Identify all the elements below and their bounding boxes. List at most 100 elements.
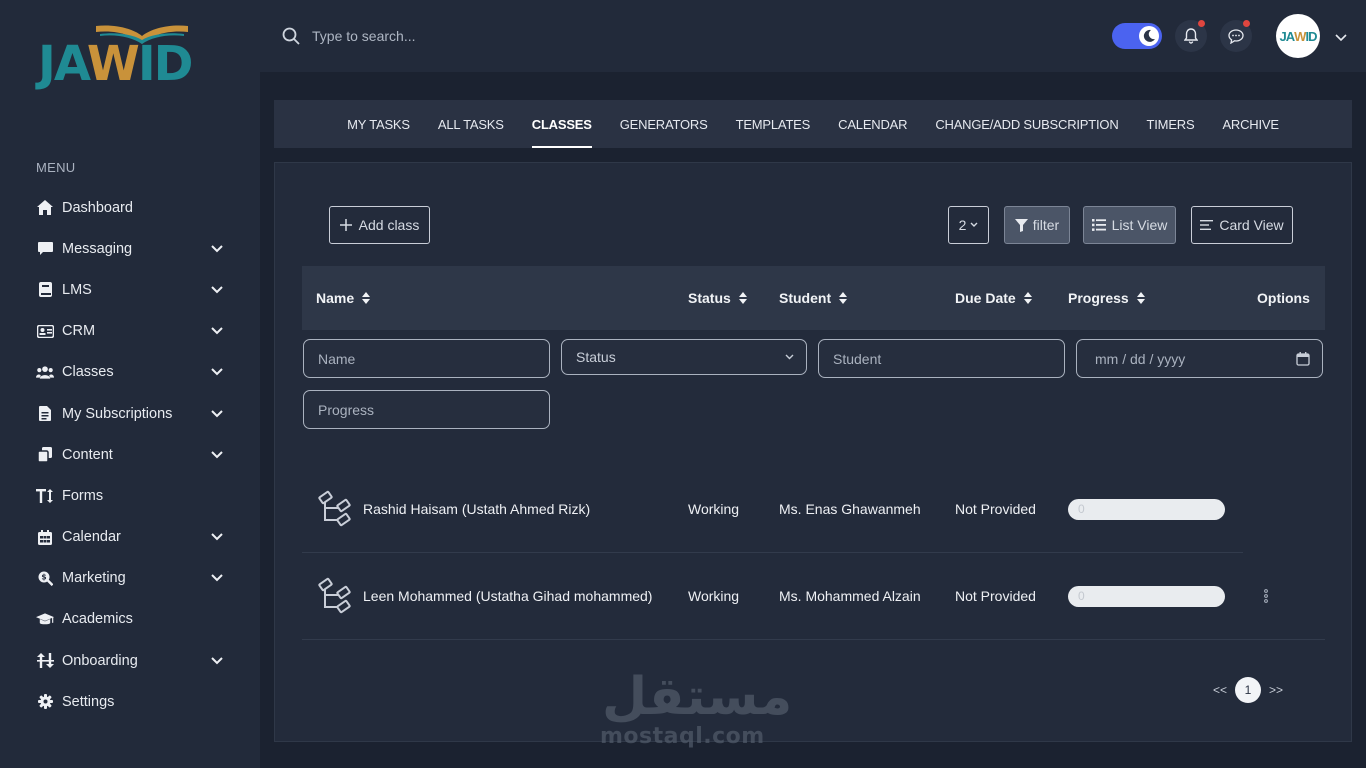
table-header: Name Status Student Due Date Progress Op… [302,266,1325,330]
tab-timers[interactable]: TIMERS [1133,100,1209,148]
sidebar-item-calendar[interactable]: Calendar [0,517,260,558]
sidebar-item-marketing[interactable]: $ Marketing [0,558,260,599]
chevron-down-icon [210,324,224,338]
sidebar-item-label: Settings [62,693,115,710]
class-name[interactable]: Leen Mohammed (Ustatha Gihad mohammed) [363,553,652,639]
class-student: Ms. Mohammed Alzain [779,588,921,604]
student-filter-input[interactable] [833,350,1052,367]
exchange-icon [36,652,54,670]
tab-classes[interactable]: CLASSES [518,100,606,148]
pagination: << 1 >> [1213,677,1283,703]
column-due-date-header[interactable]: Due Date [955,266,1032,330]
progress-bar: 0 [1068,498,1225,520]
previous-page-button[interactable]: << [1213,683,1227,697]
sort-icon [839,292,848,304]
card-view-button[interactable]: Card View [1191,206,1293,244]
progress-filter-input[interactable] [318,401,537,418]
search-dollar-icon: $ [36,569,54,587]
progress-filter-field[interactable] [303,390,550,429]
page-size-select[interactable]: 2 [948,206,989,244]
chevron-down-icon [210,571,224,585]
student-filter-field[interactable] [818,339,1065,378]
page-1-button[interactable]: 1 [1235,677,1262,703]
sidebar-item-label: Classes [62,364,114,381]
column-progress-header[interactable]: Progress [1068,266,1145,330]
next-page-button[interactable]: >> [1269,683,1283,697]
class-status: Working [688,588,740,604]
due-date-filter-field[interactable]: mm / dd / yyyy [1076,339,1323,378]
section-tabs: MY TASKS ALL TASKS CLASSES GENERATORS TE… [274,100,1352,148]
kebab-menu-icon [1264,589,1268,603]
sidebar-item-label: Forms [62,487,104,504]
sidebar-item-label: Calendar [62,529,121,546]
class-due-date: Not Provided [955,501,1036,517]
watermark-arabic-text: مستقل [602,667,793,727]
chevron-down-icon [210,407,224,421]
chevron-down-icon[interactable] [1334,30,1348,44]
sidebar-item-dashboard[interactable]: Dashboard [0,187,260,228]
calendar-icon[interactable] [1296,351,1310,366]
class-structure-icon [318,553,356,639]
brand-logo[interactable]: JAWID [38,22,222,92]
table-row[interactable]: Rashid Haisam (Ustath Ahmed Rizk) Workin… [302,466,1325,552]
tab-change-add-subscription[interactable]: CHANGE/ADD SUBSCRIPTION [921,100,1132,148]
menu-heading: MENU [36,160,76,175]
notifications-button[interactable] [1175,20,1207,52]
sidebar-item-settings[interactable]: Settings [0,681,260,722]
column-name-header[interactable]: Name [316,266,371,330]
sidebar-item-my-subscriptions[interactable]: My Subscriptions [0,393,260,434]
add-class-button[interactable]: Add class [329,206,430,244]
plus-icon [339,219,352,231]
status-filter-select[interactable]: Status [561,339,807,375]
document-icon [36,405,54,423]
graduation-cap-icon [36,610,54,628]
avatar[interactable]: JA W ID [1276,14,1320,58]
message-dot [1243,20,1250,27]
row-options-button[interactable] [1263,553,1269,639]
tab-templates[interactable]: TEMPLATES [722,100,825,148]
copy-icon [36,446,54,464]
sidebar-item-onboarding[interactable]: Onboarding [0,640,260,681]
sidebar-item-forms[interactable]: Forms [0,475,260,516]
class-name[interactable]: Rashid Haisam (Ustath Ahmed Rizk) [363,466,590,552]
messages-button[interactable] [1220,20,1252,52]
list-view-button[interactable]: List View [1083,206,1176,244]
tab-my-tasks[interactable]: MY TASKS [333,100,424,148]
watermark-latin-text: mostaql.com [600,724,765,749]
tab-archive[interactable]: ARCHIVE [1208,100,1292,148]
filter-icon [1014,218,1028,232]
sidebar-item-crm[interactable]: CRM [0,311,260,352]
sidebar-item-classes[interactable]: Classes [0,352,260,393]
tab-calendar[interactable]: CALENDAR [824,100,921,148]
name-filter-field[interactable] [303,339,550,378]
sort-icon [1023,292,1032,304]
chevron-down-icon [210,530,224,544]
bell-icon [1184,28,1198,44]
column-status-header[interactable]: Status [688,266,747,330]
cog-icon [36,693,54,711]
sidebar-item-label: Onboarding [62,652,138,669]
class-status: Working [688,501,740,517]
table-row[interactable]: Leen Mohammed (Ustatha Gihad mohammed) W… [302,553,1325,639]
search-input[interactable] [312,24,612,48]
name-filter-input[interactable] [318,350,537,367]
top-bar: JAWID [260,0,1366,72]
sidebar-item-academics[interactable]: Academics [0,599,260,640]
sidebar-item-label: Academics [62,611,133,628]
sort-icon [738,292,747,304]
chevron-down-icon [970,222,978,227]
column-student-header[interactable]: Student [779,266,848,330]
sidebar-item-lms[interactable]: LMS [0,269,260,310]
users-icon [36,363,54,381]
calendar-icon [36,528,54,546]
class-student: Ms. Enas Ghawanmeh [779,501,921,517]
sidebar-item-messaging[interactable]: Messaging [0,228,260,269]
sidebar-item-content[interactable]: Content [0,434,260,475]
filter-button[interactable]: filter [1004,206,1070,244]
sidebar-menu: Dashboard Messaging LMS CRM Classes My S… [0,187,260,722]
theme-toggle[interactable] [1112,23,1162,49]
message-icon [36,240,54,258]
tab-generators[interactable]: GENERATORS [606,100,722,148]
sidebar-item-label: Dashboard [62,199,133,216]
tab-all-tasks[interactable]: ALL TASKS [424,100,518,148]
